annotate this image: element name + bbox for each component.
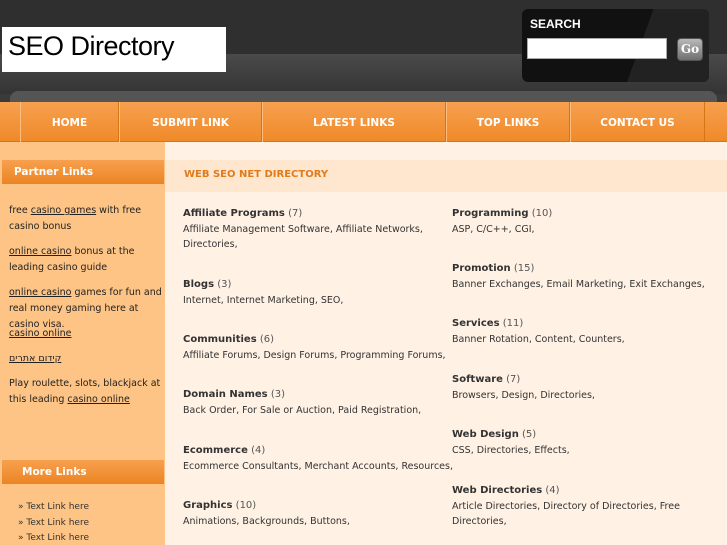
site-logo[interactable]: SEO Directory bbox=[2, 27, 226, 72]
subcategory-links[interactable]: ASP, C/C++, CGI, bbox=[452, 222, 722, 237]
partner-link[interactable]: online casino bbox=[9, 287, 71, 298]
category-link[interactable]: Domain Names bbox=[183, 389, 268, 400]
category-block: Promotion (15) Banner Exchanges, Email M… bbox=[452, 262, 722, 292]
category-block: Blogs (3) Internet, Internet Marketing, … bbox=[183, 278, 453, 308]
category-block: Web Design (5) CSS, Directories, Effects… bbox=[452, 428, 722, 458]
category-count: (7) bbox=[506, 374, 521, 385]
partner-link[interactable]: casino online bbox=[9, 328, 71, 339]
partner-links-heading: Partner Links bbox=[2, 160, 164, 184]
more-link-item[interactable]: » Text Link here bbox=[18, 516, 89, 532]
subcategory-links[interactable]: Animations, Backgrounds, Buttons, bbox=[183, 514, 453, 529]
partner-link-entry: casino online bbox=[9, 326, 169, 342]
category-count: (6) bbox=[259, 334, 275, 345]
category-link[interactable]: Programming bbox=[452, 208, 529, 219]
search-input[interactable] bbox=[527, 38, 667, 59]
nav-top-links[interactable]: TOP LINKS bbox=[446, 102, 570, 142]
category-count: (7) bbox=[288, 208, 303, 219]
category-block: Web Directories (4) Article Directories,… bbox=[452, 484, 722, 529]
more-links-list: » Text Link here » Text Link here » Text… bbox=[18, 500, 89, 545]
page-title: WEB SEO NET DIRECTORY bbox=[184, 169, 329, 180]
category-block: Programming (10) ASP, C/C++, CGI, bbox=[452, 207, 722, 237]
category-link[interactable]: Promotion bbox=[452, 263, 511, 274]
more-link-item[interactable]: » Text Link here bbox=[18, 531, 89, 545]
more-link-item[interactable]: » Text Link here bbox=[18, 500, 89, 516]
subcategory-links[interactable]: CSS, Directories, Effects, bbox=[452, 443, 722, 458]
category-link[interactable]: Ecommerce bbox=[183, 445, 248, 456]
category-link[interactable]: Web Directories bbox=[452, 485, 542, 496]
category-count: (10) bbox=[235, 500, 257, 511]
category-block: Software (7) Browsers, Design, Directori… bbox=[452, 373, 722, 403]
subcategory-links[interactable]: Article Directories, Directory of Direct… bbox=[452, 499, 722, 529]
nav-latest-links[interactable]: LATEST LINKS bbox=[262, 102, 446, 142]
partner-link[interactable]: קידום אתרים bbox=[9, 353, 61, 364]
partner-link-entry: online casino bonus at the leading casin… bbox=[9, 246, 135, 273]
subcategory-links[interactable]: Affiliate Forums, Design Forums, Program… bbox=[183, 348, 453, 363]
subcategory-links[interactable]: Banner Exchanges, Email Marketing, Exit … bbox=[452, 277, 722, 292]
partner-link[interactable]: casino online bbox=[67, 394, 129, 405]
category-link[interactable]: Affiliate Programs bbox=[183, 208, 285, 219]
subcategory-links[interactable]: Affiliate Management Software, Affiliate… bbox=[183, 222, 453, 252]
partner-link[interactable]: casino games bbox=[31, 205, 96, 216]
partner-link-entry: free casino games with free casino bonus bbox=[9, 205, 142, 232]
category-block: Communities (6) Affiliate Forums, Design… bbox=[183, 333, 453, 363]
subcategory-links[interactable]: Banner Rotation, Content, Counters, bbox=[452, 332, 722, 347]
more-links-heading: More Links bbox=[2, 460, 164, 484]
site-header: SEO Directory SEARCH Go bbox=[0, 0, 727, 102]
subcategory-links[interactable]: Internet, Internet Marketing, SEO, bbox=[183, 293, 453, 308]
category-block: Services (11) Banner Rotation, Content, … bbox=[452, 317, 722, 347]
category-link[interactable]: Software bbox=[452, 374, 503, 385]
category-block: Graphics (10) Animations, Backgrounds, B… bbox=[183, 499, 453, 529]
category-link[interactable]: Services bbox=[452, 318, 500, 329]
partner-link-entry: קידום אתרים bbox=[9, 351, 169, 367]
category-count: (3) bbox=[270, 389, 285, 400]
category-count: (4) bbox=[251, 445, 266, 456]
sidebar: Partner Links free casino games with fre… bbox=[0, 142, 165, 545]
category-count: (4) bbox=[545, 485, 560, 496]
subcategory-links[interactable]: Back Order, For Sale or Auction, Paid Re… bbox=[183, 403, 453, 418]
category-count: (11) bbox=[502, 318, 524, 329]
logo-text: SEO Directory bbox=[8, 31, 175, 61]
category-count: (10) bbox=[531, 208, 553, 219]
partner-link-entry: Play roulette, slots, blackjack at this … bbox=[9, 378, 161, 405]
category-count: (3) bbox=[217, 279, 232, 290]
nav-contact-us[interactable]: CONTACT US bbox=[570, 102, 705, 142]
category-link[interactable]: Blogs bbox=[183, 279, 214, 290]
category-block: Domain Names (3) Back Order, For Sale or… bbox=[183, 388, 453, 418]
category-link[interactable]: Web Design bbox=[452, 429, 519, 440]
header-divider bbox=[10, 91, 717, 102]
category-link[interactable]: Communities bbox=[183, 334, 257, 345]
category-block: Affiliate Programs (7) Affiliate Managem… bbox=[183, 207, 453, 252]
nav-submit-link[interactable]: SUBMIT LINK bbox=[119, 102, 262, 142]
category-link[interactable]: Graphics bbox=[183, 500, 232, 511]
main-title-bar: WEB SEO NET DIRECTORY bbox=[165, 160, 727, 192]
main-content: WEB SEO NET DIRECTORY Affiliate Programs… bbox=[165, 142, 727, 545]
nav-home[interactable]: HOME bbox=[20, 102, 119, 142]
category-count: (5) bbox=[522, 429, 537, 440]
search-label: SEARCH bbox=[530, 17, 581, 31]
search-go-button[interactable]: Go bbox=[677, 38, 703, 61]
partner-link[interactable]: online casino bbox=[9, 246, 71, 257]
category-block: Ecommerce (4) Ecommerce Consultants, Mer… bbox=[183, 444, 453, 474]
search-panel: SEARCH Go bbox=[522, 9, 709, 82]
main-navigation: HOME SUBMIT LINK LATEST LINKS TOP LINKS … bbox=[0, 102, 727, 142]
category-count: (15) bbox=[513, 263, 535, 274]
subcategory-links[interactable]: Ecommerce Consultants, Merchant Accounts… bbox=[183, 459, 453, 474]
subcategory-links[interactable]: Browsers, Design, Directories, bbox=[452, 388, 722, 403]
